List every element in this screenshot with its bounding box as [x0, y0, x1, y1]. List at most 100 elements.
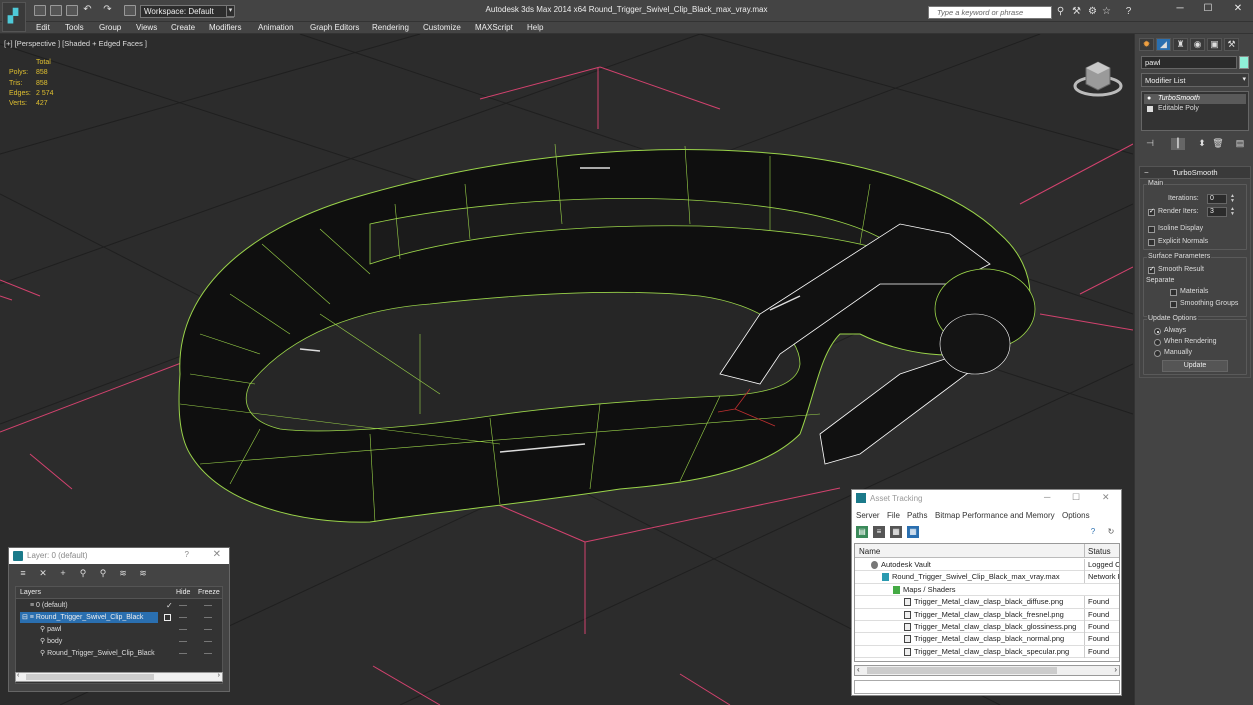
menu-tools[interactable]: Tools — [65, 22, 84, 34]
scroll-right-icon[interactable]: › — [218, 672, 220, 679]
motion-tab-icon[interactable]: ◉ — [1190, 38, 1205, 51]
iterations-spinner[interactable]: 0 — [1207, 194, 1227, 204]
asset-path-field[interactable] — [854, 680, 1120, 694]
display-tab-icon[interactable]: ▣ — [1207, 38, 1222, 51]
maximize-button[interactable]: ☐ — [1194, 3, 1222, 17]
spinner-arrows-icon[interactable]: ▲ ▼ — [1229, 207, 1236, 217]
asset-row[interactable]: Trigger_Metal_claw_clasp_black_glossines… — [855, 621, 1119, 634]
column-name[interactable]: Name — [859, 547, 880, 556]
hide-toggle[interactable] — [179, 653, 187, 654]
smooth-result-checkbox[interactable] — [1148, 265, 1155, 274]
minimize-button[interactable]: ─ — [1044, 492, 1050, 502]
asset-row[interactable]: Trigger_Metal_claw_clasp_black_normal.pn… — [855, 633, 1119, 646]
close-button[interactable]: ✕ — [213, 549, 221, 560]
vault-icon[interactable]: ▤ — [856, 526, 868, 538]
asset-row[interactable]: Trigger_Metal_claw_clasp_black_fresnel.p… — [855, 608, 1119, 621]
stack-item-turbosmooth[interactable]: ● TurboSmooth — [1144, 94, 1246, 104]
menu-customize[interactable]: Customize — [423, 22, 461, 34]
layer-row[interactable]: ⊟ ≡ Round_Trigger_Swivel_Clip_Black — [16, 612, 222, 624]
collapse-icon[interactable]: − — [1144, 168, 1149, 177]
materials-checkbox[interactable] — [1170, 289, 1177, 296]
menu-paths[interactable]: Paths — [907, 511, 927, 520]
menu-options[interactable]: Options — [1062, 511, 1090, 520]
help-icon[interactable]: ? — [1123, 7, 1134, 18]
close-button[interactable]: ✕ — [1224, 3, 1252, 17]
render-iters-spinner[interactable]: 3 — [1207, 207, 1227, 217]
menu-bitmap-performance[interactable]: Bitmap Performance and Memory — [935, 511, 1055, 520]
menu-edit[interactable]: Edit — [36, 22, 50, 34]
menu-animation[interactable]: Animation — [258, 22, 294, 34]
menu-file[interactable]: File — [887, 511, 900, 520]
hide-all-icon[interactable]: ≋ — [117, 568, 129, 580]
help-button[interactable]: ? — [185, 550, 189, 559]
show-end-result-icon[interactable]: ┃ — [1171, 138, 1185, 150]
hierarchy-tab-icon[interactable]: ♜ — [1173, 38, 1188, 51]
freeze-toggle[interactable] — [204, 641, 212, 642]
pin-stack-icon[interactable]: ⊣ — [1143, 138, 1157, 150]
add-to-layer-icon[interactable]: + — [57, 568, 69, 580]
when-rendering-radio[interactable] — [1154, 339, 1161, 346]
communication-center-icon[interactable]: ⚒ — [1071, 7, 1082, 18]
menu-views[interactable]: Views — [136, 22, 157, 34]
manually-radio[interactable] — [1154, 350, 1161, 357]
help-icon[interactable]: ? — [1087, 526, 1099, 538]
favorites-star-icon[interactable]: ☆ — [1101, 7, 1112, 18]
viewcube-icon[interactable] — [1072, 58, 1124, 98]
menu-graph-editors[interactable]: Graph Editors — [310, 22, 359, 34]
create-layer-icon[interactable]: ≡ — [17, 568, 29, 580]
isoline-display-checkbox[interactable] — [1148, 226, 1155, 233]
create-tab-icon[interactable]: ✹ — [1139, 38, 1154, 51]
layer-row[interactable]: ≡ 0 (default) ✓ — [16, 600, 222, 612]
set-active-checkbox[interactable] — [164, 614, 171, 621]
hide-toggle[interactable] — [179, 605, 187, 606]
delete-layer-icon[interactable]: ✕ — [37, 568, 49, 580]
menu-server[interactable]: Server — [856, 511, 880, 520]
menu-maxscript[interactable]: MAXScript — [475, 22, 513, 34]
minimize-button[interactable]: ─ — [1166, 3, 1194, 17]
asset-row[interactable]: Autodesk Vault Logged O — [855, 559, 1119, 572]
search-input[interactable]: Type a keyword or phrase — [928, 6, 1052, 19]
column-freeze[interactable]: Freeze — [198, 589, 220, 596]
scroll-left-icon[interactable]: ‹ — [17, 672, 19, 679]
smoothing-groups-checkbox[interactable] — [1170, 301, 1177, 308]
asset-row[interactable]: Round_Trigger_Swivel_Clip_Black_max_vray… — [855, 571, 1119, 584]
remove-modifier-icon[interactable]: 🗑 — [1211, 138, 1225, 150]
column-hide[interactable]: Hide — [176, 589, 190, 596]
viewport-label[interactable]: [+] [Perspective ] [Shaded + Edged Faces… — [4, 39, 147, 48]
binoculars-icon[interactable]: ⚲ — [1055, 7, 1066, 18]
scroll-thumb[interactable] — [867, 667, 1057, 674]
freeze-all-icon[interactable]: ≋ — [137, 568, 149, 580]
rollout-title[interactable]: TurboSmooth — [1140, 167, 1250, 179]
grid-view-icon[interactable]: ▦ — [907, 526, 919, 538]
menu-help[interactable]: Help — [527, 22, 543, 34]
explicit-normals-checkbox[interactable] — [1148, 239, 1155, 246]
refresh-icon[interactable]: ↻ — [1105, 526, 1117, 538]
freeze-toggle[interactable] — [204, 605, 212, 606]
configure-modifier-sets-icon[interactable]: ▤ — [1233, 138, 1247, 150]
highlight-selected-icon[interactable]: ⚲ — [97, 568, 109, 580]
scroll-right-icon[interactable]: › — [1114, 665, 1117, 674]
freeze-toggle[interactable] — [204, 629, 212, 630]
select-objects-icon[interactable]: ⚲ — [77, 568, 89, 580]
scroll-left-icon[interactable]: ‹ — [857, 665, 860, 674]
asset-row[interactable]: Trigger_Metal_claw_clasp_black_specular.… — [855, 645, 1119, 659]
horizontal-scrollbar[interactable]: ‹ › — [854, 665, 1120, 676]
object-color-swatch[interactable] — [1239, 56, 1249, 69]
hide-toggle[interactable] — [179, 617, 187, 618]
lightbulb-icon[interactable]: ● — [1147, 94, 1151, 104]
column-layers[interactable]: Layers — [20, 589, 41, 596]
expand-icon[interactable] — [1147, 106, 1153, 112]
layer-row[interactable]: ⚲ pawl — [16, 624, 222, 636]
maximize-button[interactable]: ☐ — [1072, 492, 1080, 503]
stack-item-editable-poly[interactable]: Editable Poly — [1144, 104, 1246, 114]
freeze-toggle[interactable] — [204, 617, 212, 618]
always-radio[interactable] — [1154, 328, 1161, 335]
menu-modifiers[interactable]: Modifiers — [209, 22, 241, 34]
horizontal-scrollbar[interactable]: ‹ › — [15, 672, 223, 682]
app-menu-button[interactable]: ▞ — [2, 2, 26, 32]
utilities-tab-icon[interactable]: ⚒ — [1224, 38, 1239, 51]
layer-row[interactable]: ⚲ Round_Trigger_Swivel_Clip_Black — [16, 648, 222, 660]
table-view-icon[interactable]: ▦ — [890, 526, 902, 538]
menu-rendering[interactable]: Rendering — [372, 22, 409, 34]
exchange-icon[interactable]: ⚙ — [1087, 7, 1098, 18]
